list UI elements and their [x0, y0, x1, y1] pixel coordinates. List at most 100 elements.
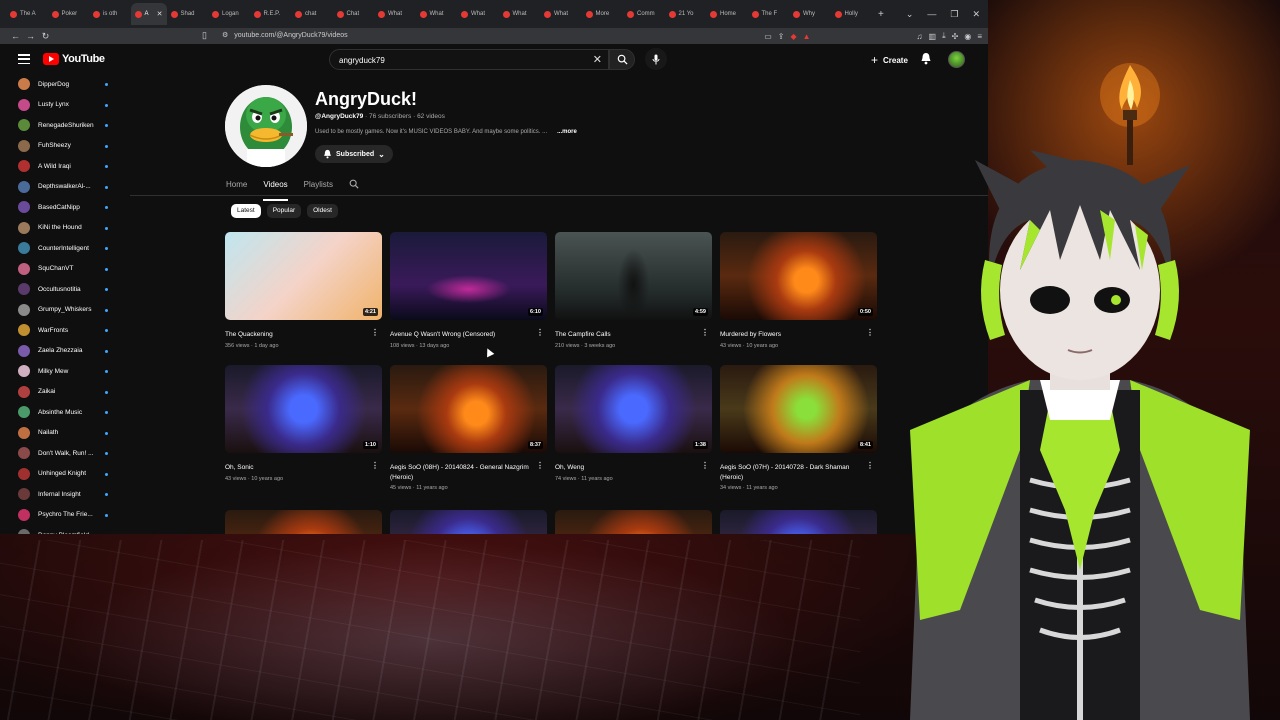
more-actions-icon[interactable]: ⋮ — [866, 461, 874, 470]
browser-tab[interactable]: is oth — [89, 3, 131, 25]
video-thumbnail[interactable]: 1:38 — [555, 365, 712, 453]
video-thumbnail[interactable]: 8:41 — [720, 365, 877, 453]
video-thumbnail[interactable]: 1:10 — [225, 365, 382, 453]
sidebar-subscription-item[interactable]: Nailath — [12, 423, 124, 444]
video-thumbnail[interactable] — [720, 510, 877, 534]
video-thumbnail[interactable] — [390, 510, 547, 534]
browser-tab[interactable]: The A — [6, 3, 48, 25]
browser-tab[interactable]: Home — [706, 3, 748, 25]
more-actions-icon[interactable]: ⋮ — [701, 328, 709, 337]
media-icon[interactable]: ♫ — [917, 32, 923, 41]
url-field[interactable]: ⚙ youtube.com/@AngryDuck79/videos — [222, 28, 348, 44]
extension-triangle-icon[interactable]: ▲ — [803, 32, 811, 41]
chip-latest[interactable]: Latest — [231, 204, 261, 218]
video-thumbnail[interactable]: 8:37 — [390, 365, 547, 453]
reload-icon[interactable]: ↻ — [38, 31, 53, 42]
browser-tab[interactable]: The F — [748, 3, 790, 25]
browser-tab[interactable]: What — [499, 3, 541, 25]
sidebar-subscription-item[interactable]: Grumpy_Whiskers — [12, 300, 124, 321]
sidebar-subscription-item[interactable]: CounterIntelligent — [12, 238, 124, 259]
browser-tab[interactable]: Chat — [333, 3, 375, 25]
create-button[interactable]: + Create — [862, 51, 917, 69]
sidebar-subscription-item[interactable]: Don't Walk, Run! ... — [12, 443, 124, 464]
sidebar-subscription-item[interactable]: FuhSheezy — [12, 136, 124, 157]
video-title[interactable]: Oh, Weng — [555, 463, 697, 473]
channel-description[interactable]: Used to be mostly games. Now it's MUSIC … — [315, 129, 577, 135]
sidebar-subscription-item[interactable]: Occultusnotitia — [12, 279, 124, 300]
video-card[interactable]: 8:37 Aegis SoO (08H) - 20140824 - General… — [390, 365, 547, 491]
new-tab-icon[interactable]: + — [878, 9, 884, 20]
video-title[interactable]: Aegis SoO (08H) - 20140824 - General Naz… — [390, 463, 532, 482]
tab-videos[interactable]: Videos — [263, 180, 289, 201]
video-thumbnail[interactable]: 6:10 — [390, 232, 547, 320]
menu-icon[interactable] — [18, 54, 30, 64]
browser-tab[interactable]: Poker — [48, 3, 90, 25]
close-tab-icon[interactable]: ✕ — [157, 10, 163, 18]
more-link[interactable]: ...more — [557, 129, 577, 135]
minimize-icon[interactable]: — — [927, 9, 936, 19]
sidebar-subscription-item[interactable]: Zaela Zhezzaia — [12, 341, 124, 362]
extension-shield-icon[interactable]: ◆ — [790, 32, 796, 41]
tab-playlists[interactable]: Playlists — [304, 180, 333, 189]
sidebar-subscription-item[interactable]: DipperDog — [12, 74, 124, 95]
tab-search-icon[interactable]: ⌄ — [906, 9, 914, 20]
forward-icon[interactable]: → — [23, 31, 38, 41]
video-title[interactable]: Oh, Sonic — [225, 463, 367, 473]
video-card[interactable]: 6:10 Avenue Q Wasn't Wrong (Censored) 108 … — [390, 232, 547, 349]
sidebar-subscription-item[interactable]: Absinthe Music — [12, 402, 124, 423]
video-title[interactable]: Avenue Q Wasn't Wrong (Censored) — [390, 330, 532, 340]
voice-search-button[interactable] — [645, 48, 667, 70]
video-title[interactable]: The Quackening — [225, 330, 367, 340]
channel-search-icon[interactable] — [349, 179, 359, 189]
chip-popular[interactable]: Popular — [266, 204, 302, 218]
download-icon[interactable]: ⤓ — [942, 31, 946, 41]
more-actions-icon[interactable]: ⋮ — [371, 461, 379, 470]
bookmark-icon[interactable]: ▯ — [202, 30, 207, 41]
video-title[interactable]: The Campfire Calls — [555, 330, 697, 340]
browser-tab[interactable]: What — [540, 3, 582, 25]
browser-tab[interactable]: Shad — [167, 3, 209, 25]
close-window-icon[interactable]: ✕ — [972, 9, 980, 20]
video-card[interactable]: 0:50 Murdered by Flowers 43 views · 10 yea… — [720, 232, 877, 349]
browser-tab[interactable]: R.E.P. — [250, 3, 292, 25]
sidebar-subscription-item[interactable]: A Wild Iraqi — [12, 156, 124, 177]
sidebar-subscription-item[interactable]: Milky Mew — [12, 361, 124, 382]
notifications-bell-icon[interactable] — [920, 52, 932, 65]
video-thumbnail[interactable] — [555, 510, 712, 534]
browser-tab[interactable]: Comm — [623, 3, 665, 25]
search-button[interactable] — [609, 49, 635, 70]
sidebar-subscription-item[interactable]: KiNi the Hound — [12, 218, 124, 239]
sidebar-subscription-item[interactable]: Zaikai — [12, 382, 124, 403]
video-thumbnail[interactable]: 0:50 — [720, 232, 877, 320]
video-card[interactable]: 4:59 The Campfire Calls 210 views · 3 week… — [555, 232, 712, 349]
video-card[interactable]: 4:21 The Quackening 356 views · 1 day ago ⋮ — [225, 232, 382, 349]
account-avatar[interactable] — [948, 51, 965, 68]
sidebar-subscription-item[interactable]: SquChanVT — [12, 259, 124, 280]
site-info-icon[interactable]: ⚙ — [222, 28, 228, 44]
sidepanel-icon[interactable]: ▥ — [929, 32, 937, 41]
browser-tab[interactable]: What — [457, 3, 499, 25]
clear-search-icon[interactable]: ✕ — [593, 53, 602, 66]
browser-tab[interactable]: More — [582, 3, 624, 25]
video-card[interactable]: 8:41 Aegis SoO (07H) - 20140728 - Dark Sh… — [720, 365, 877, 491]
video-thumbnail[interactable] — [225, 510, 382, 534]
more-actions-icon[interactable]: ⋮ — [866, 328, 874, 337]
browser-tab[interactable]: Why — [789, 3, 831, 25]
cast-icon[interactable]: ▭ — [764, 32, 772, 41]
back-icon[interactable]: ← — [8, 31, 23, 41]
video-title[interactable]: Aegis SoO (07H) - 20140728 - Dark Shaman… — [720, 463, 862, 482]
more-actions-icon[interactable]: ⋮ — [701, 461, 709, 470]
browser-tab[interactable]: What — [374, 3, 416, 25]
video-card[interactable]: 1:10 Oh, Sonic 43 views · 10 years ago ⋮ — [225, 365, 382, 482]
video-card[interactable]: 1:38 Oh, Weng 74 views · 11 years ago ⋮ — [555, 365, 712, 482]
browser-tab[interactable]: 21 Yo — [665, 3, 707, 25]
sidebar-subscription-item[interactable]: Lusty Lynx — [12, 95, 124, 116]
browser-tab[interactable]: Holly — [831, 3, 873, 25]
tab-home[interactable]: Home — [226, 180, 247, 189]
restore-icon[interactable]: ❐ — [950, 9, 958, 20]
more-actions-icon[interactable]: ⋮ — [536, 461, 544, 470]
puzzle-icon[interactable]: ✣ — [952, 32, 959, 41]
browser-tab[interactable]: chat — [291, 3, 333, 25]
account-icon[interactable]: ◉ — [964, 32, 971, 41]
sidebar-subscription-item[interactable]: Psychro The Frie... — [12, 505, 124, 526]
